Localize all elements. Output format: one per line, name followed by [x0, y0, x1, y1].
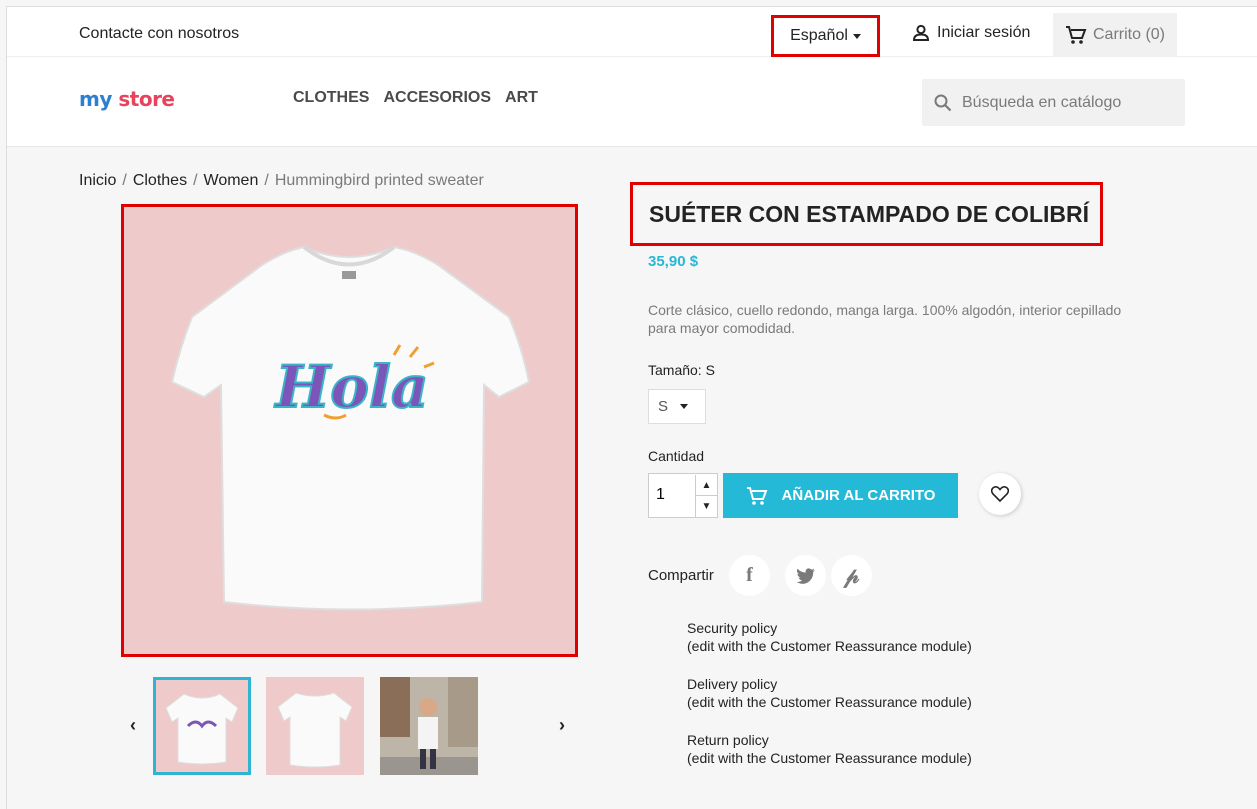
breadcrumb-current: Hummingbird printed sweater — [274, 172, 484, 189]
thumbnail-3[interactable] — [380, 677, 478, 775]
top-bar: Contacte con nosotros Español Iniciar se… — [7, 7, 1257, 57]
cart-icon — [1065, 26, 1087, 44]
reassurance-title: Delivery policy — [687, 676, 778, 692]
thumbnail-strip: ‹ › — [127, 677, 577, 777]
language-selector[interactable]: Español — [771, 15, 880, 57]
login-link[interactable]: Iniciar sesión — [911, 23, 1030, 43]
reassurance-title: Return policy — [687, 732, 769, 748]
size-value: S — [658, 398, 669, 415]
breadcrumb-inicio[interactable]: Inicio — [79, 172, 116, 189]
heart-icon — [991, 486, 1009, 502]
breadcrumb-separator: / — [264, 172, 269, 189]
quantity-label: Cantidad — [648, 448, 705, 464]
add-to-cart-label: AÑADIR AL CARRITO — [781, 487, 936, 504]
breadcrumb-separator: / — [122, 172, 127, 189]
thumbnail-1[interactable] — [153, 677, 251, 775]
add-to-cart-button[interactable]: AÑADIR AL CARRITO — [723, 473, 958, 518]
breadcrumb-clothes[interactable]: Clothes — [133, 172, 187, 189]
shirt-print-text: Hola — [273, 353, 428, 421]
chevron-right-icon[interactable]: › — [559, 715, 565, 736]
reassurance-security: Security policy (edit with the Customer … — [687, 619, 972, 655]
page: Contacte con nosotros Español Iniciar se… — [6, 6, 1257, 809]
wishlist-button[interactable] — [979, 473, 1021, 515]
nav-item-accesorios[interactable]: ACCESORIOS — [383, 89, 491, 107]
pinterest-icon: 𝓅 — [843, 562, 860, 588]
product-description: Corte clásico, cuello redondo, manga lar… — [648, 302, 1122, 336]
size-label: Tamaño: S — [648, 362, 715, 378]
thumbnail-front-image — [165, 693, 239, 765]
reassurance-return: Return policy (edit with the Customer Re… — [687, 731, 972, 767]
share-twitter-button[interactable] — [785, 555, 826, 596]
reassurance-subtitle: (edit with the Customer Reassurance modu… — [687, 638, 972, 654]
breadcrumb-women[interactable]: Women — [204, 172, 259, 189]
quantity-stepper: ▲ ▼ — [648, 473, 718, 518]
breadcrumb: Inicio / Clothes / Women / Hummingbird printed… — [79, 172, 484, 190]
facebook-icon: f — [746, 564, 753, 586]
cart-label: Carrito (0) — [1092, 26, 1165, 43]
logo-part1: my — [79, 87, 112, 111]
cart-icon — [746, 486, 767, 505]
nav-item-art[interactable]: ART — [505, 89, 538, 107]
chevron-left-icon[interactable]: ‹ — [130, 715, 136, 736]
product-main-image[interactable]: Hola — [121, 204, 578, 657]
caret-down-icon — [680, 404, 689, 409]
breadcrumb-separator: / — [193, 172, 198, 189]
product-title-box: SUÉTER CON ESTAMPADO DE COLIBRÍ — [630, 182, 1103, 246]
quantity-input[interactable] — [656, 486, 686, 504]
share-facebook-button[interactable]: f — [729, 555, 770, 596]
size-select[interactable]: S — [648, 389, 706, 424]
cart-button[interactable]: Carrito (0) — [1053, 13, 1177, 57]
contact-link[interactable]: Contacte con nosotros — [79, 25, 239, 43]
search-icon — [934, 94, 952, 111]
search-input[interactable] — [962, 93, 1162, 112]
user-icon — [912, 24, 930, 41]
header: my store CLOTHES ACCESORIOS ART — [7, 57, 1257, 147]
language-label: Español — [790, 27, 848, 44]
thumbnail-2[interactable] — [266, 677, 364, 775]
search-box[interactable] — [922, 79, 1185, 126]
reassurance-delivery: Delivery policy (edit with the Customer … — [687, 675, 972, 711]
twitter-icon — [795, 567, 815, 584]
nav-item-clothes[interactable]: CLOTHES — [293, 89, 369, 107]
product-title: SUÉTER CON ESTAMPADO DE COLIBRÍ — [649, 200, 1089, 227]
reassurance-subtitle: (edit with the Customer Reassurance modu… — [687, 750, 972, 766]
tshirt-image: Hola — [170, 245, 531, 611]
product-price: 35,90 $ — [648, 253, 699, 270]
logo-part2: store — [118, 87, 175, 111]
share-label: Compartir — [648, 567, 714, 584]
main-nav: CLOTHES ACCESORIOS ART — [293, 89, 538, 107]
caret-down-icon — [852, 33, 861, 39]
share-pinterest-button[interactable]: 𝓅 — [831, 555, 872, 596]
thumbnail-model-image — [380, 677, 478, 775]
store-logo[interactable]: my store — [79, 87, 175, 111]
login-label: Iniciar sesión — [937, 24, 1031, 41]
chevron-up-icon[interactable]: ▲ — [695, 475, 717, 496]
reassurance-subtitle: (edit with the Customer Reassurance modu… — [687, 694, 972, 710]
chevron-down-icon[interactable]: ▼ — [695, 496, 717, 517]
thumbnail-back-image — [277, 692, 353, 768]
reassurance-title: Security policy — [687, 620, 778, 636]
